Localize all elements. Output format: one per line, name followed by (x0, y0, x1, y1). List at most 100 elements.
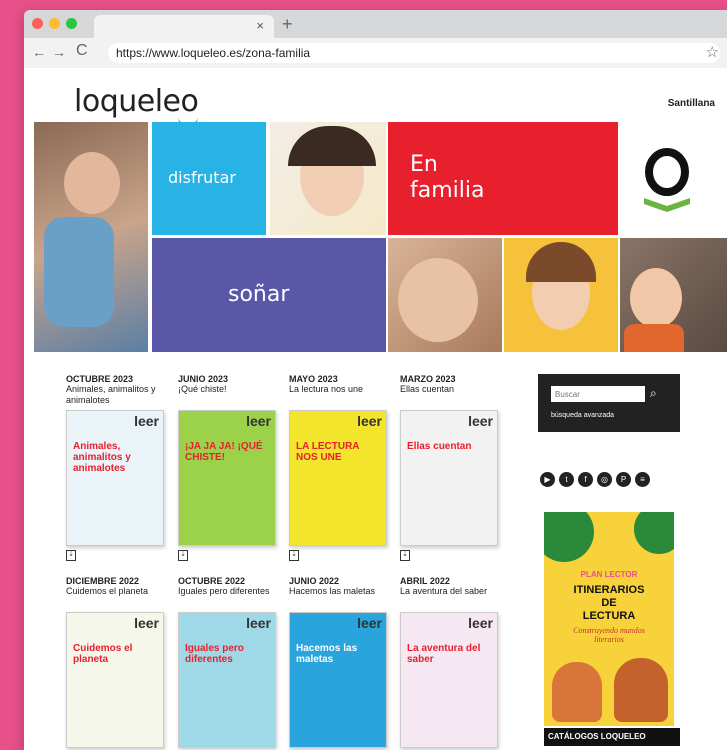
santillana-brand[interactable]: Santillana (668, 98, 715, 109)
hero-tile-disfrutar[interactable]: disfrutar (152, 122, 266, 235)
promo-title-1: ITINERARIOS (573, 584, 645, 596)
instagram-icon[interactable]: ◎ (597, 472, 612, 487)
cover-brand: leer (134, 615, 159, 631)
issue-heading: DICIEMBRE 2022 Cuidemos el planeta (66, 576, 166, 597)
shirt-shape (624, 324, 684, 352)
facebook-icon[interactable]: f (578, 472, 593, 487)
hero-photo-grandmother (34, 122, 148, 352)
magazine-cover[interactable]: leer Iguales pero diferentes (178, 612, 276, 748)
issue-title[interactable]: ¡Qué chiste! (178, 384, 278, 395)
url-field[interactable]: https://www.loqueleo.es/zona-familia (108, 43, 720, 63)
issue-title[interactable]: La lectura nos une (289, 384, 389, 395)
page-content: loqueleo Santillana disfrutar En familia… (24, 68, 727, 750)
hero-banner: disfrutar En familia soñar (34, 122, 727, 352)
magazine-cover[interactable]: leer ¡JA JA JA! ¡QUÉ CHISTE! (178, 410, 276, 546)
face-shape (64, 152, 120, 214)
issue-heading: MAYO 2023 La lectura nos une (289, 374, 389, 395)
diver-helmet-left (552, 662, 602, 722)
promo-title-2: DE (601, 597, 617, 609)
cover-brand: leer (468, 413, 493, 429)
issue-heading: OCTUBRE 2023 Animales, animalitos y anima… (66, 374, 166, 406)
tab-bar: × + (24, 10, 727, 38)
minimize-window-button[interactable] (49, 18, 60, 29)
santillana-logo-icon (644, 148, 690, 212)
new-tab-icon[interactable]: + (282, 14, 293, 35)
issue-title[interactable]: La aventura del saber (400, 586, 500, 597)
youtube-icon[interactable]: ▶ (540, 472, 555, 487)
issue-heading: ABRIL 2022 La aventura del saber (400, 576, 500, 597)
history-nav: ← → (32, 44, 66, 60)
browser-tab[interactable]: × (94, 15, 274, 38)
tab-close-icon[interactable]: × (256, 18, 264, 33)
cover-title: ¡JA JA JA! ¡QUÉ CHISTE! (185, 441, 263, 463)
issue-title[interactable]: Animales, animalitos y animalotes (66, 384, 166, 406)
promo-tag: PLAN LECTOR (580, 570, 638, 579)
leaf-decoration (544, 512, 594, 562)
magazine-cover[interactable]: leer Cuidemos el planeta (66, 612, 164, 748)
download-icon[interactable]: ⇣ (178, 550, 188, 561)
bookmark-star-icon[interactable]: ☆ (706, 43, 719, 61)
magazine-cover[interactable]: leer Hacemos las maletas (289, 612, 387, 748)
maximize-window-button[interactable] (66, 18, 77, 29)
issue-heading: MARZO 2023 Ellas cuentan (400, 374, 500, 395)
promo-subtitle: Construyendo mundos literarios (573, 626, 645, 644)
issue-date: DICIEMBRE 2022 (66, 576, 140, 586)
hero-tile-sonar[interactable]: soñar (152, 238, 386, 352)
address-bar-row: ← → C https://www.loqueleo.es/zona-famil… (24, 38, 727, 69)
hero-photo-smiling-girl (270, 122, 386, 235)
search-input[interactable] (551, 386, 645, 402)
download-icon[interactable]: ⇣ (289, 550, 299, 561)
cover-title: Cuidemos el planeta (73, 643, 133, 665)
magazine-cover[interactable]: leer La aventura del saber (400, 612, 498, 748)
magazine-cover[interactable]: leer Ellas cuentan (400, 410, 498, 546)
cover-title: LA LECTURA NOS UNE (296, 441, 360, 463)
close-window-button[interactable] (32, 18, 43, 29)
disfrutar-label: disfrutar (168, 168, 236, 187)
en-label: En (410, 152, 438, 177)
cover-title: Hacemos las maletas (296, 643, 358, 665)
cover-brand: leer (468, 615, 493, 631)
download-icon[interactable]: ⇣ (400, 550, 410, 561)
hair-shape (526, 242, 596, 282)
cover-brand: leer (357, 615, 382, 631)
hero-photo-girl-glasses (504, 238, 618, 352)
plan-lector-promo[interactable]: PLAN LECTOR ITINERARIOS DE LECTURA Const… (544, 512, 674, 726)
face-shape (398, 258, 478, 342)
issue-date: MAYO 2023 (289, 374, 338, 384)
cover-title: Ellas cuentan (407, 441, 472, 452)
cover-brand: leer (246, 413, 271, 429)
hero-photo-boy-grandfather (620, 238, 727, 352)
magazine-cover[interactable]: leer Animales, animalitos y animalotes (66, 410, 164, 546)
forward-arrow-icon[interactable]: → (52, 44, 66, 60)
pinterest-icon[interactable]: P (616, 472, 631, 487)
sweater-shape (44, 217, 114, 327)
cover-brand: leer (246, 615, 271, 631)
cover-title: Iguales pero diferentes (185, 643, 244, 665)
sonar-label: soñar (228, 282, 290, 307)
browser-window: × + ← → C https://www.loqueleo.es/zona-f… (24, 10, 727, 750)
magazine-cover[interactable]: leer LA LECTURA NOS UNE (289, 410, 387, 546)
back-arrow-icon[interactable]: ← (32, 44, 46, 60)
issue-date: JUNIO 2022 (289, 576, 340, 586)
hero-tile-en-familia[interactable]: En familia (388, 122, 618, 235)
hair-shape (288, 126, 376, 166)
issue-date: OCTUBRE 2022 (178, 576, 246, 586)
familia-label: familia (410, 178, 485, 203)
issue-title[interactable]: Hacemos las maletas (289, 586, 389, 597)
issue-title[interactable]: Iguales pero diferentes (178, 586, 278, 597)
issue-heading: JUNIO 2022 Hacemos las maletas (289, 576, 389, 597)
issue-title[interactable]: Ellas cuentan (400, 384, 500, 395)
cover-brand: leer (134, 413, 159, 429)
reload-icon[interactable]: C (76, 42, 88, 60)
site-logo[interactable]: loqueleo (74, 84, 199, 119)
issuu-icon[interactable]: ≡ (635, 472, 650, 487)
download-icon[interactable]: ⇣ (66, 550, 76, 561)
advanced-search-link[interactable]: búsqueda avanzada (551, 412, 614, 419)
issue-title[interactable]: Cuidemos el planeta (66, 586, 166, 597)
search-icon[interactable]: ⌕ (650, 386, 657, 401)
catalogs-link[interactable]: CATÁLOGOS LOQUELEO (544, 728, 680, 746)
face-shape (630, 268, 682, 328)
twitter-icon[interactable]: t (559, 472, 574, 487)
window-controls (32, 18, 77, 29)
promo-title-3: LECTURA (582, 610, 636, 622)
